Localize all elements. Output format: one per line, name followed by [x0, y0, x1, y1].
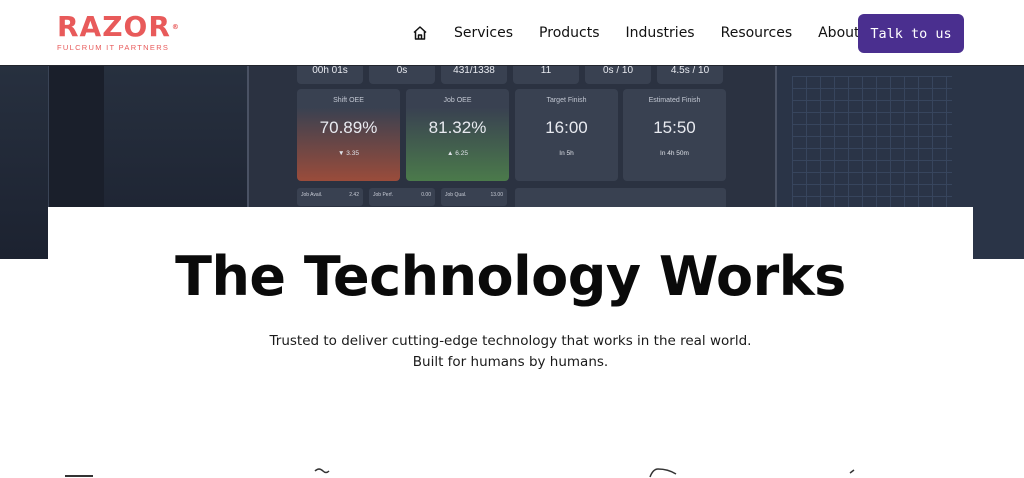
page-headline: The Technology Works	[175, 245, 846, 308]
tile-note: In 5h	[559, 150, 574, 157]
dashboard-top-tile: 431/1338	[441, 66, 507, 84]
brand-name: RAZOR	[57, 10, 171, 43]
estimated-finish-tile: Estimated Finish 15:50 In 4h 50m	[623, 89, 726, 181]
nav-item-resources[interactable]: Resources	[721, 25, 793, 41]
dashboard-top-tile: 0s / 10	[585, 66, 651, 84]
brand-tagline: FULCRUM IT PARTNERS	[57, 43, 170, 52]
tile-value: 15:50	[653, 118, 696, 137]
shift-oee-tile: Shift OEE 70.89% ▼ 3.35	[297, 89, 400, 181]
tile-label: Target Finish	[546, 97, 587, 104]
nav-item-services[interactable]: Services	[454, 25, 513, 41]
talk-to-us-button[interactable]: Talk to us	[858, 14, 964, 53]
dashboard-top-tile: 11	[513, 66, 579, 84]
dashboard-top-tile: 4.5s / 10	[657, 66, 723, 84]
main-nav: Services Products Industries Resources A…	[410, 0, 886, 66]
server-rack-graphic	[792, 76, 952, 216]
job-avail-mini: Job Avail. 2.42	[297, 188, 363, 206]
job-perf-mini: Job Perf. 0.00	[369, 188, 435, 206]
tile-label: Shift OEE	[333, 97, 364, 104]
tile-delta: ▲ 6.25	[447, 150, 468, 157]
dashboard-top-tile: 00h 01s	[297, 66, 363, 84]
job-oee-tile: Job OEE 81.32% ▲ 6.25	[406, 89, 509, 181]
page-subtext: Trusted to deliver cutting-edge technolo…	[269, 333, 752, 370]
tile-delta: ▼ 3.35	[338, 150, 359, 157]
nav-item-industries[interactable]: Industries	[626, 25, 695, 41]
tile-label: Job OEE	[443, 97, 472, 104]
nav-item-products[interactable]: Products	[539, 25, 599, 41]
header-divider	[0, 65, 1024, 66]
home-icon[interactable]	[410, 23, 430, 43]
tile-note: In 4h 50m	[660, 150, 689, 157]
brand-logo[interactable]: RAZOR® FULCRUM IT PARTNERS	[57, 10, 180, 53]
tile-value: 16:00	[545, 118, 588, 137]
nav-item-about[interactable]: About	[818, 25, 859, 41]
partner-logos-strip	[60, 466, 880, 478]
content-card: The Technology Works Trusted to deliver …	[48, 207, 973, 478]
job-qual-mini: Job Qual. 13.00	[441, 188, 507, 206]
target-finish-tile: Target Finish 16:00 In 5h	[515, 89, 618, 181]
tile-label: Estimated Finish	[648, 97, 701, 104]
tile-value: 70.89%	[319, 118, 378, 137]
site-header: RAZOR® FULCRUM IT PARTNERS Services Prod…	[0, 0, 1024, 66]
tile-value: 81.32%	[428, 118, 487, 137]
dashboard-top-tile: 0s	[369, 66, 435, 84]
